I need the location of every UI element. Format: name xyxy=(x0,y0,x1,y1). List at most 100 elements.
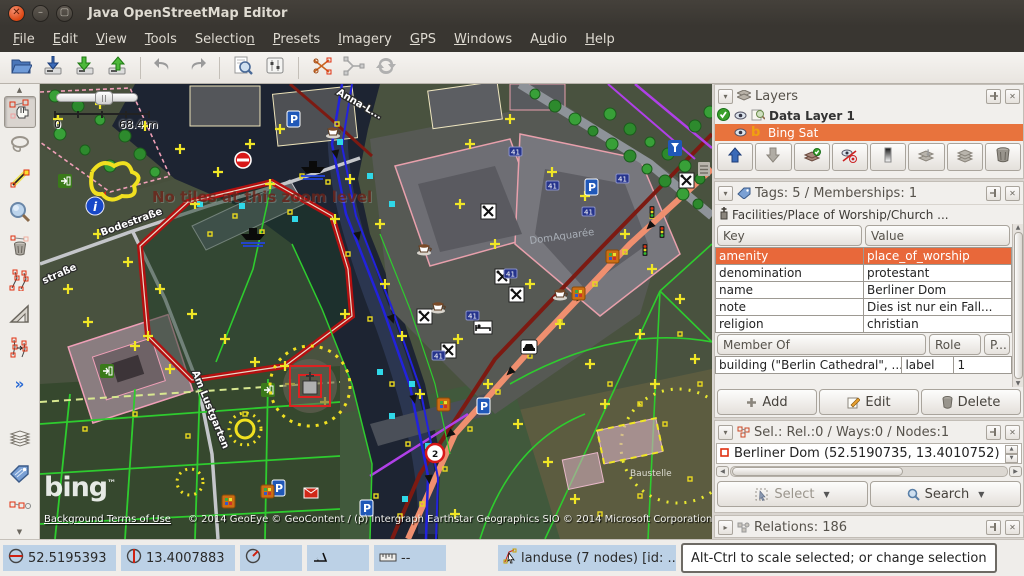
member-column-header[interactable]: Role xyxy=(929,334,981,355)
tool-select[interactable] xyxy=(4,96,36,128)
tool-parallel-way[interactable] xyxy=(4,266,36,298)
tag-row[interactable]: nameBerliner Dom xyxy=(716,282,1012,299)
tag-value[interactable]: christian xyxy=(864,316,1012,333)
menu-selection[interactable]: Selection xyxy=(186,29,264,50)
minimize-button[interactable]: – xyxy=(32,5,49,22)
tag-key[interactable]: religion xyxy=(716,316,864,333)
split-way-button[interactable] xyxy=(307,54,337,82)
show-hide-layer-button[interactable] xyxy=(832,143,868,171)
maximize-button[interactable]: ▢ xyxy=(56,5,73,22)
search-button[interactable] xyxy=(228,54,258,82)
preferences-button[interactable] xyxy=(260,54,290,82)
member-position[interactable]: 1 xyxy=(954,357,1012,374)
collapse-icon[interactable]: ▾ xyxy=(718,425,733,440)
download-button[interactable] xyxy=(70,54,100,82)
layer-opacity-button[interactable] xyxy=(870,143,906,171)
sticky-pin-icon[interactable] xyxy=(986,520,1001,535)
delete-tag-button[interactable]: Delete xyxy=(921,389,1021,415)
map-view[interactable]: PPPPP2i41414141414141 Bodestraße xyxy=(40,84,712,539)
close-button[interactable]: ✕ xyxy=(8,5,25,22)
longitude-field[interactable]: 13.4007883 xyxy=(121,545,235,571)
tags-scrollbar[interactable]: ▲▼ xyxy=(1012,224,1023,387)
tool-more[interactable]: » xyxy=(4,368,36,400)
tag-key[interactable]: amenity xyxy=(716,248,864,265)
selection-hscrollbar[interactable]: ◀▶ xyxy=(716,465,1022,478)
visibility-eye-icon[interactable] xyxy=(734,126,747,140)
visibility-eye-icon[interactable] xyxy=(734,109,747,123)
tool-delete[interactable] xyxy=(4,232,36,264)
member-role[interactable]: label xyxy=(902,357,954,374)
menu-tools[interactable]: Tools xyxy=(136,29,186,50)
tag-row[interactable]: noteDies ist nur ein Fall... xyxy=(716,299,1012,316)
layer-row[interactable]: bBing Sat xyxy=(715,124,1023,141)
edit-tag-button[interactable]: Edit xyxy=(819,389,919,415)
tag-value[interactable]: Dies ist nur ein Fall... xyxy=(864,299,1012,316)
close-icon[interactable]: ✕ xyxy=(1005,186,1020,201)
toggle-layer-list[interactable] xyxy=(4,425,36,457)
menu-presets[interactable]: Presets xyxy=(264,29,329,50)
layer-up-button[interactable] xyxy=(717,143,753,171)
add-tag-button[interactable]: Add xyxy=(717,389,817,415)
toggle-relations[interactable] xyxy=(4,493,36,525)
expand-icon[interactable]: ▸ xyxy=(718,520,733,535)
tool-extrude[interactable] xyxy=(4,300,36,332)
duplicate-layer-button[interactable] xyxy=(947,143,983,171)
toggle-tags[interactable] xyxy=(4,459,36,491)
member-column-header[interactable]: Member Of xyxy=(717,334,926,355)
upload-button[interactable] xyxy=(102,54,132,82)
menu-help[interactable]: Help xyxy=(576,29,624,50)
activate-layer-button[interactable] xyxy=(794,143,830,171)
tag-row[interactable]: religionchristian xyxy=(716,316,1012,333)
latitude-field[interactable]: 52.5195393 xyxy=(3,545,116,571)
member-of[interactable]: building ("Berlin Cathedral", ... xyxy=(716,357,902,374)
selection-item[interactable]: Berliner Dom (52.5190735, 13.4010752)▲▼ xyxy=(716,443,1022,464)
tag-key[interactable]: name xyxy=(716,282,864,299)
zoom-slider-handle[interactable] xyxy=(95,91,113,105)
menu-audio[interactable]: Audio xyxy=(521,29,576,50)
tool-zoom[interactable] xyxy=(4,198,36,230)
tool-follow-line[interactable] xyxy=(4,334,36,366)
distance-field[interactable]: -- xyxy=(374,545,446,571)
angle-field[interactable] xyxy=(307,545,369,571)
select-button[interactable]: Select▼ xyxy=(717,481,868,507)
tool-lasso[interactable] xyxy=(4,130,36,162)
value-column-header[interactable]: Value xyxy=(865,225,1010,246)
menu-edit[interactable]: Edit xyxy=(44,29,87,50)
layer-down-button[interactable] xyxy=(755,143,791,171)
zoom-slider[interactable] xyxy=(56,93,138,102)
menu-view[interactable]: View xyxy=(87,29,136,50)
tag-key[interactable]: note xyxy=(716,299,864,316)
collapse-icon[interactable]: ▾ xyxy=(718,89,733,104)
undo-button[interactable] xyxy=(149,54,179,82)
tag-value[interactable]: Berliner Dom xyxy=(864,282,1012,299)
key-column-header[interactable]: Key xyxy=(717,225,862,246)
sticky-pin-icon[interactable] xyxy=(986,186,1001,201)
close-icon[interactable]: ✕ xyxy=(1005,89,1020,104)
collapse-icon[interactable]: ▾ xyxy=(718,186,733,201)
hovered-object-field[interactable]: landuse (7 nodes) [id: ... xyxy=(498,545,676,571)
layer-row[interactable]: Data Layer 1 xyxy=(715,107,1023,124)
sticky-pin-icon[interactable] xyxy=(986,89,1001,104)
combine-way-button[interactable] xyxy=(339,54,369,82)
member-column-header[interactable]: P... xyxy=(984,334,1010,355)
collapse-toolbar-button[interactable]: ▲ xyxy=(3,84,37,95)
menu-file[interactable]: File xyxy=(4,29,44,50)
delete-layer-button[interactable] xyxy=(985,143,1021,171)
membership-row[interactable]: building ("Berlin Cathedral", ...label1 xyxy=(716,357,1012,374)
list-spinner[interactable]: ▲▼ xyxy=(1005,445,1018,463)
save-button[interactable] xyxy=(38,54,68,82)
preset-row[interactable]: Facilities/Place of Worship/Church ... xyxy=(715,204,1023,224)
tool-draw-node[interactable] xyxy=(4,164,36,196)
close-icon[interactable]: ✕ xyxy=(1005,520,1020,535)
tag-row[interactable]: denominationprotestant xyxy=(716,265,1012,282)
menu-windows[interactable]: Windows xyxy=(445,29,521,50)
heading-field[interactable] xyxy=(240,545,302,571)
collapse-toolbar-bottom[interactable]: ▼ xyxy=(3,526,37,537)
tag-value[interactable]: protestant xyxy=(864,265,1012,282)
tag-value[interactable]: place_of_worship xyxy=(864,248,1012,265)
sticky-pin-icon[interactable] xyxy=(986,425,1001,440)
open-button[interactable] xyxy=(6,54,36,82)
tag-key[interactable]: denomination xyxy=(716,265,864,282)
tag-row[interactable]: amenityplace_of_worship xyxy=(716,248,1012,265)
menu-gps[interactable]: GPS xyxy=(401,29,445,50)
